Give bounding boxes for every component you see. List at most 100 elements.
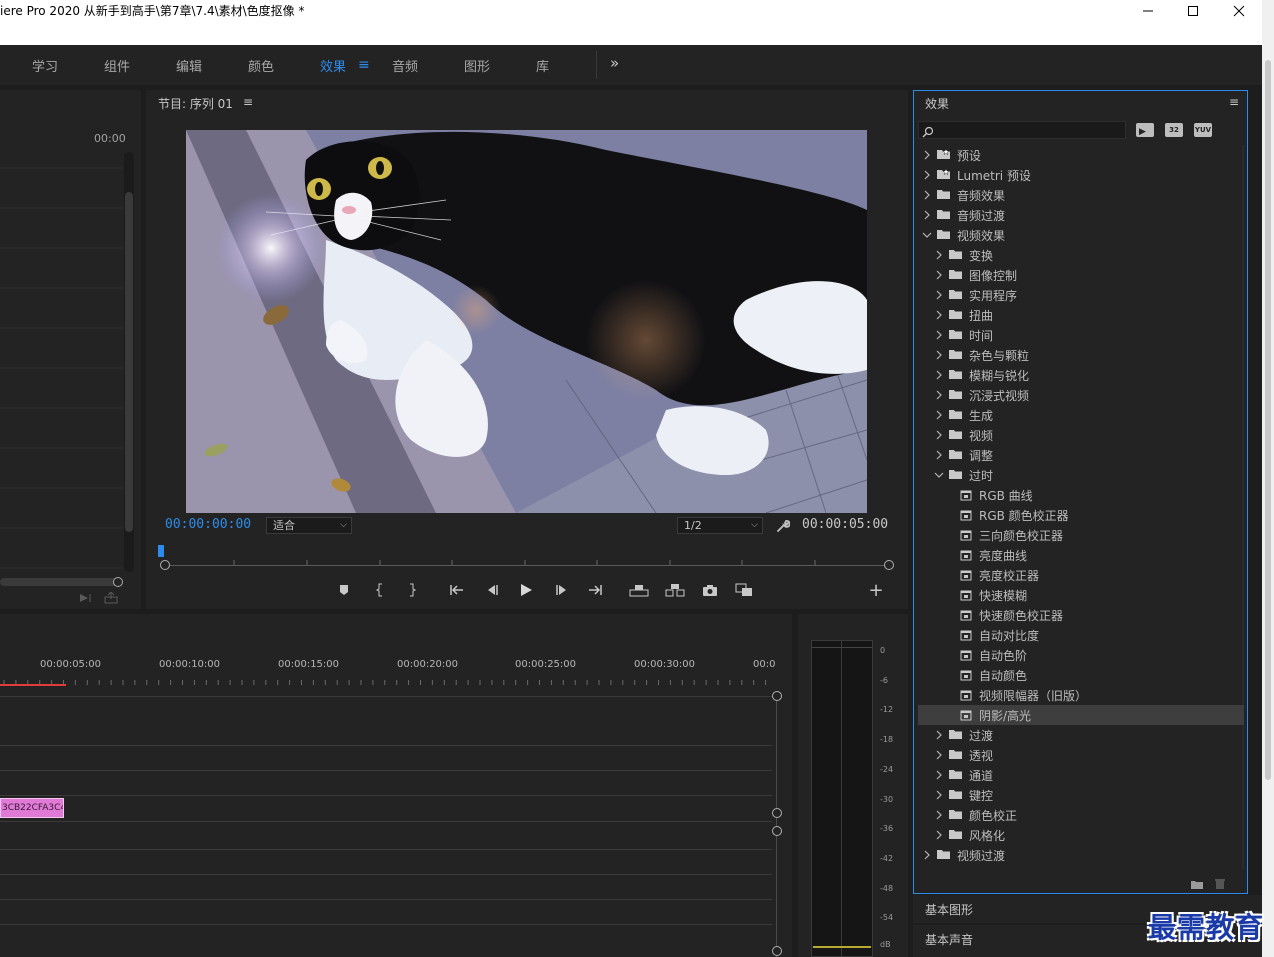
chevron-right-icon[interactable] — [934, 409, 944, 421]
add-marker-button[interactable] — [336, 580, 352, 600]
effects-tree-item[interactable]: 自动色阶 — [918, 645, 1244, 665]
effects-panel-menu-icon[interactable]: ≡ — [1229, 95, 1239, 109]
effects-tree-item[interactable]: 视频效果 — [918, 225, 1244, 245]
new-bin-icon[interactable] — [1190, 875, 1204, 894]
comparison-view-button[interactable] — [734, 580, 754, 600]
go-to-out-button[interactable] — [586, 580, 604, 600]
program-monitor-menu-icon[interactable]: ≡ — [243, 95, 253, 109]
timeline-scroll-handle[interactable] — [772, 826, 782, 836]
essential-graphics-title[interactable]: 基本图形 — [925, 901, 973, 918]
timeline-scroll-handle[interactable] — [772, 691, 782, 701]
workspace-menu-icon[interactable]: ≡ — [358, 57, 370, 73]
chevron-right-icon[interactable] — [922, 849, 932, 861]
chevron-right-icon[interactable] — [934, 309, 944, 321]
chevron-right-icon[interactable] — [922, 149, 932, 161]
effects-tree-item[interactable]: 调整 — [918, 445, 1244, 465]
chevron-right-icon[interactable] — [934, 749, 944, 761]
scrub-start-handle[interactable] — [160, 560, 170, 570]
chevron-right-icon[interactable] — [922, 169, 932, 181]
workspace-tab-effects[interactable]: 效果 — [320, 56, 346, 75]
lift-button[interactable] — [628, 580, 650, 600]
program-scrub-bar[interactable] — [166, 565, 888, 566]
workspace-tab-editing[interactable]: 编辑 — [176, 56, 202, 75]
source-scroll-thumb[interactable] — [125, 192, 133, 532]
more-workspaces-icon[interactable]: » — [610, 54, 619, 72]
chevron-right-icon[interactable] — [934, 429, 944, 441]
insert-icon[interactable] — [78, 592, 92, 607]
source-horizontal-scrollbar[interactable] — [0, 578, 120, 586]
work-area-bar[interactable] — [0, 684, 66, 686]
program-playhead[interactable] — [158, 545, 164, 557]
effects-tree-item[interactable]: 颜色校正 — [918, 805, 1244, 825]
source-vertical-scrollbar[interactable] — [124, 152, 134, 572]
window-scrollbar-thumb[interactable] — [1265, 60, 1271, 780]
effects-tree-item[interactable]: 过渡 — [918, 725, 1244, 745]
effects-tree-item[interactable]: 自动对比度 — [918, 625, 1244, 645]
effects-tree-item[interactable]: 阴影/高光 — [918, 705, 1244, 725]
effects-tree-item[interactable]: 通道 — [918, 765, 1244, 785]
effects-tree-item[interactable]: 三向颜色校正器 — [918, 525, 1244, 545]
effects-tree-item[interactable]: 杂色与颗粒 — [918, 345, 1244, 365]
chevron-right-icon[interactable] — [934, 269, 944, 281]
effects-search[interactable] — [918, 121, 1126, 139]
effects-tree-item[interactable]: 风格化 — [918, 825, 1244, 845]
effects-tree-item[interactable]: 图像控制 — [918, 265, 1244, 285]
step-forward-button[interactable] — [554, 580, 570, 600]
effects-tree-item[interactable]: 视频 — [918, 425, 1244, 445]
effects-tree-item[interactable]: 过时 — [918, 465, 1244, 485]
mark-out-button[interactable] — [404, 580, 420, 600]
effects-tree-item[interactable]: 时间 — [918, 325, 1244, 345]
accelerated-effects-filter[interactable]: ▶ — [1136, 123, 1154, 137]
effects-tree-item[interactable]: 亮度校正器 — [918, 565, 1244, 585]
chevron-right-icon[interactable] — [934, 769, 944, 781]
program-monitor-title[interactable]: 节目: 序列 01 — [158, 95, 233, 112]
timeline-scroll-handle[interactable] — [772, 808, 782, 818]
workspace-tab-learn[interactable]: 学习 — [32, 56, 58, 75]
button-editor-add-icon[interactable]: + — [868, 580, 884, 601]
chevron-right-icon[interactable] — [934, 829, 944, 841]
effects-tree-item[interactable]: 沉浸式视频 — [918, 385, 1244, 405]
program-current-timecode[interactable]: 00:00:00:00 — [165, 517, 251, 532]
chevron-down-icon[interactable] — [922, 229, 932, 241]
extract-button[interactable] — [664, 580, 686, 600]
wrench-settings-icon[interactable] — [776, 518, 791, 537]
workspace-tab-assembly[interactable]: 组件 — [104, 56, 130, 75]
trash-icon[interactable] — [1214, 875, 1226, 894]
workspace-tab-audio[interactable]: 音频 — [392, 56, 418, 75]
export-frame-button[interactable] — [701, 580, 719, 600]
chevron-right-icon[interactable] — [922, 209, 932, 221]
chevron-down-icon[interactable] — [934, 469, 944, 481]
effects-tree-item[interactable]: 自动颜色 — [918, 665, 1244, 685]
effects-tree-item[interactable]: 扭曲 — [918, 305, 1244, 325]
effects-tree-item[interactable]: 视频限幅器（旧版） — [918, 685, 1244, 705]
minimize-button[interactable] — [1126, 0, 1170, 22]
effects-tree-item[interactable]: 亮度曲线 — [918, 545, 1244, 565]
source-zoom-handle[interactable] — [113, 577, 123, 587]
effects-tree-item[interactable]: RGB 颜色校正器 — [918, 505, 1244, 525]
playback-resolution-select[interactable]: 1/2 ⌵ — [677, 517, 763, 534]
effects-tree-item[interactable]: 快速模糊 — [918, 585, 1244, 605]
chevron-right-icon[interactable] — [934, 449, 944, 461]
effects-tree-item[interactable]: RGB 曲线 — [918, 485, 1244, 505]
chevron-right-icon[interactable] — [934, 729, 944, 741]
chevron-right-icon[interactable] — [934, 329, 944, 341]
effects-tree-item[interactable]: 快速颜色校正器 — [918, 605, 1244, 625]
chevron-right-icon[interactable] — [934, 249, 944, 261]
effects-tree-item[interactable]: Lumetri 预设 — [918, 165, 1244, 185]
effects-tree-item[interactable]: 生成 — [918, 405, 1244, 425]
effects-panel-title[interactable]: 效果 — [925, 95, 949, 112]
window-scrollbar[interactable] — [1262, 0, 1274, 957]
mark-in-button[interactable] — [372, 580, 388, 600]
chevron-right-icon[interactable] — [922, 189, 932, 201]
effects-tree-item[interactable]: 视频过渡 — [918, 845, 1244, 865]
essential-sound-title[interactable]: 基本声音 — [925, 931, 973, 948]
effects-tree-item[interactable]: 音频过渡 — [918, 205, 1244, 225]
effects-tree-item[interactable]: 预设 — [918, 145, 1244, 165]
chevron-right-icon[interactable] — [934, 809, 944, 821]
export-icon[interactable] — [104, 591, 118, 607]
chevron-right-icon[interactable] — [934, 349, 944, 361]
32-bit-filter[interactable]: 32 — [1165, 123, 1183, 137]
effects-tree-item[interactable]: 变换 — [918, 245, 1244, 265]
close-button[interactable] — [1217, 0, 1261, 22]
workspace-tab-libraries[interactable]: 库 — [536, 56, 549, 75]
